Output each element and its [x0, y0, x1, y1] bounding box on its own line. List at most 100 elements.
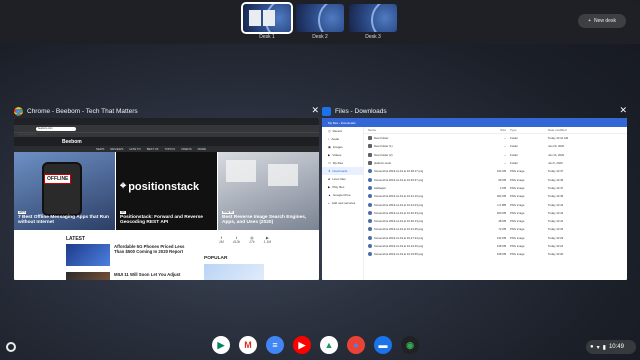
desk-3-thumbnail[interactable] — [349, 4, 397, 32]
plus-icon: + — [588, 18, 591, 24]
new-desk-label: New desk — [593, 18, 616, 24]
file-row[interactable]: New Folder (1) -- Folder Jan 20, 2020 — [364, 142, 627, 151]
image-icon — [368, 219, 372, 224]
site-brand[interactable]: Beebom — [62, 139, 82, 145]
file-row[interactable]: Screenshot 2019-11-19 at 10.24.46.png 148… — [364, 241, 627, 251]
nav-best-of[interactable]: BEST OF — [147, 147, 159, 151]
image-icon — [368, 194, 372, 199]
file-row[interactable]: Screenshot 2019-11-19 at 10.31.35.png 72 … — [364, 225, 627, 234]
sidebar-item-my-files[interactable]: ▭ My files — [322, 159, 363, 167]
file-row[interactable]: Screenshot 2019-11-19 at 10.44.23.png 1.6… — [364, 200, 627, 209]
latest-item[interactable]: Affordable 5G Phones Priced Less Than $5… — [66, 244, 184, 266]
nav-news[interactable]: NEWS — [96, 147, 104, 151]
chrome-content: beebom.com ◦ ◦ ◦ ◦ ◦ ◦ ◦ ◦ ◦ ◦ ◦ ◦ Beebo… — [14, 118, 319, 280]
youtube-icon[interactable]: ▶ 1.1M — [264, 236, 272, 244]
file-row[interactable]: platform-tools -- Folder Jan 5, 2020 — [364, 158, 627, 168]
chrome-window[interactable]: Chrome - Beebom - Tech That Matters ✕ be… — [14, 104, 319, 280]
file-row[interactable]: New Folder (2) -- Folder Jan 14, 2020 — [364, 150, 627, 159]
image-icon — [368, 244, 372, 248]
nav-reviews[interactable]: REVIEWS — [110, 147, 123, 151]
file-row[interactable]: Screenshot 2019-11-19 at 10.27.24.png 132… — [364, 233, 627, 242]
nav-how-to[interactable]: HOW TO — [129, 147, 140, 151]
play-store-icon[interactable]: ▶ — [212, 336, 230, 354]
files-window[interactable]: Files - Downloads ✕ My files › Downloads… — [322, 104, 627, 280]
latest-item[interactable]: MIUI 11 Will Soon Let You Adjust — [66, 272, 181, 280]
column-size[interactable]: Size — [474, 128, 510, 132]
sidebar-item-recent[interactable]: ◷ Recent — [322, 127, 363, 135]
instagram-icon[interactable]: ◎ 17k — [249, 236, 254, 244]
shelf: ▶ M ≡ ▶ ▲ ● ▬ ◉ ● ▾ ▮ 10:49 — [0, 332, 640, 360]
battery-icon: ▮ — [602, 344, 606, 351]
desk-bar: Desk 1 Desk 2 Desk 3 + New desk — [0, 0, 640, 44]
files-sidebar: ◷ Recent ♪ Audio ▣ Images ▶ Videos ▭ My files… — [322, 127, 364, 280]
close-icon[interactable]: ✕ — [619, 105, 627, 116]
image-icon — [368, 169, 372, 174]
camera-icon[interactable]: ◉ — [401, 336, 419, 354]
sidebar-item-images[interactable]: ▣ Images — [322, 143, 363, 151]
chrome-window-title: Chrome - Beebom - Tech That Matters — [27, 107, 138, 115]
files-breadcrumb[interactable]: My files › Downloads — [322, 118, 627, 127]
files-icon[interactable]: ▬ — [374, 336, 392, 354]
chrome-icon — [14, 106, 23, 116]
file-row[interactable]: Screenshot 2019-11-19 at 10.45.37.png 99 … — [364, 175, 627, 184]
hero-positionstack[interactable]: ⌖ positionstack API Positionstack: Forwa… — [116, 152, 217, 230]
hero-offline[interactable]: OFFLINE APPS 7 Best Offline Messaging Ap… — [14, 152, 115, 230]
sidebar-item-add-services[interactable]: + Add new services — [322, 199, 363, 207]
file-row[interactable]: Screenshot 2019-11-19 at 10.36.13.png 48 … — [364, 216, 627, 226]
file-row[interactable]: Screenshot 2019-11-19 at 10.19.55.png 108… — [364, 250, 627, 259]
play-icon: ▶ — [328, 185, 331, 189]
nav-videos[interactable]: VIDEOS — [181, 147, 192, 151]
notification-icon: ● — [590, 344, 594, 350]
sidebar-item-linux-files[interactable]: ▰ Linux files — [322, 175, 363, 183]
facebook-icon[interactable]: f 1M — [219, 236, 224, 244]
computer-icon: ▭ — [328, 161, 331, 165]
file-row[interactable]: Screenshot 2019-11-19 at 10.48.17.png 104… — [364, 167, 627, 176]
desk-2-label: Desk 2 — [312, 34, 328, 40]
files-window-title: Files - Downloads — [335, 107, 387, 115]
column-type[interactable]: Type — [510, 128, 548, 132]
column-date[interactable]: Date modified — [548, 128, 588, 132]
sidebar-item-google-drive[interactable]: ▲ Google Drive — [322, 191, 363, 199]
plus-icon: + — [328, 201, 330, 205]
gmail-icon[interactable]: M — [239, 336, 257, 354]
location-pin-icon: ⌖ — [120, 180, 127, 192]
sidebar-item-audio[interactable]: ♪ Audio — [322, 135, 363, 143]
desk-1-thumbnail[interactable] — [241, 2, 293, 34]
folder-icon — [368, 144, 372, 149]
article-thumbnail — [66, 272, 110, 280]
wifi-icon: ▾ — [596, 344, 600, 351]
status-tray[interactable]: ● ▾ ▮ 10:49 — [586, 340, 636, 354]
desk-2-thumbnail[interactable] — [296, 4, 344, 32]
hero-reverse-image[interactable]: HOW TO Best Reverse Image Search Engines… — [218, 152, 319, 230]
close-icon[interactable]: ✕ — [311, 105, 319, 116]
positionstack-logo: positionstack — [128, 180, 200, 193]
image-icon — [368, 252, 372, 257]
chrome-icon[interactable]: ● — [347, 336, 365, 354]
folder-icon — [368, 152, 372, 157]
twitter-icon[interactable]: t 413k — [233, 236, 240, 244]
desk-1-label: Desk 1 — [259, 34, 275, 40]
image-icon: ▣ — [328, 145, 331, 149]
drive-icon: ▲ — [328, 193, 331, 197]
new-desk-button[interactable]: + New desk — [578, 14, 626, 28]
file-row[interactable]: Screenshot 2019-11-19 at 10.40.33.png 460… — [364, 208, 627, 217]
files-icon — [322, 106, 331, 116]
popular-image[interactable] — [204, 264, 264, 280]
sidebar-item-downloads[interactable]: ⬇ Downloads — [322, 167, 363, 175]
nav-topics[interactable]: TOPICS — [165, 147, 175, 151]
sidebar-item-videos[interactable]: ▶ Videos — [322, 151, 363, 159]
file-row[interactable]: wallpaper 2 KB PNG image Today 10:47 — [364, 183, 627, 193]
image-icon — [368, 177, 372, 182]
docs-icon[interactable]: ≡ — [266, 336, 284, 354]
address-bar[interactable]: beebom.com — [36, 126, 76, 131]
sidebar-item-play-files[interactable]: ▶ Play files — [322, 183, 363, 191]
column-name[interactable]: Name — [364, 128, 474, 132]
drive-icon[interactable]: ▲ — [320, 336, 338, 354]
file-list: Name Size Type Date modified New Folder -… — [364, 127, 627, 280]
nav-more[interactable]: MORE — [198, 147, 206, 151]
file-row[interactable]: Screenshot 2019-11-19 at 10.31.10.png 462… — [364, 192, 627, 201]
file-row[interactable]: New Folder -- Folder Today 10:41 AM — [364, 134, 627, 143]
launcher-button[interactable] — [6, 342, 16, 352]
image-icon — [368, 202, 372, 207]
youtube-icon[interactable]: ▶ — [293, 336, 311, 354]
